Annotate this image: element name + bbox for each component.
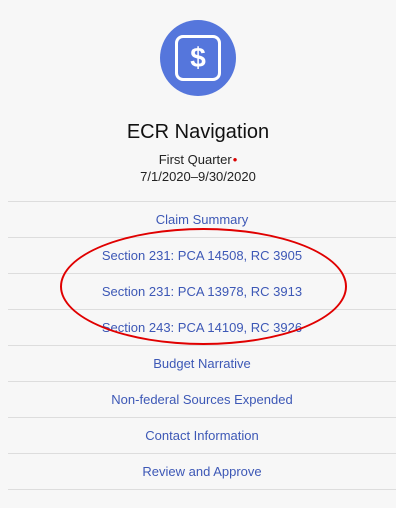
required-marker: • [232,152,238,167]
nav-item-non-federal-sources-expended[interactable]: Non-federal Sources Expended [8,382,396,418]
date-range: 7/1/2020–9/30/2020 [140,169,256,184]
nav-item-section-243-pca-14109[interactable]: Section 243: PCA 14109, RC 3926 [8,310,396,346]
nav-item-contact-information[interactable]: Contact Information [8,418,396,454]
dollar-logo: $ [160,20,236,96]
page-title: ECR Navigation [126,121,270,143]
nav-item-section-231-pca-14508[interactable]: Section 231: PCA 14508, RC 3905 [8,238,396,274]
nav-item-section-231-pca-13978[interactable]: Section 231: PCA 13978, RC 3913 [8,274,396,310]
nav-item-budget-narrative[interactable]: Budget Narrative [8,346,396,382]
quarter-label: First Quarter [158,152,232,167]
dollar-icon: $ [175,35,221,81]
ecr-navigation-panel: $ ECR Navigation First Quarter• 7/1/2020… [0,0,396,508]
quarter-label-row: First Quarter• [0,152,396,167]
nav-item-claim-summary[interactable]: Claim Summary [8,202,396,238]
nav-item-review-and-approve[interactable]: Review and Approve [8,454,396,490]
navigation-list: Claim Summary Section 231: PCA 14508, RC… [8,201,396,490]
